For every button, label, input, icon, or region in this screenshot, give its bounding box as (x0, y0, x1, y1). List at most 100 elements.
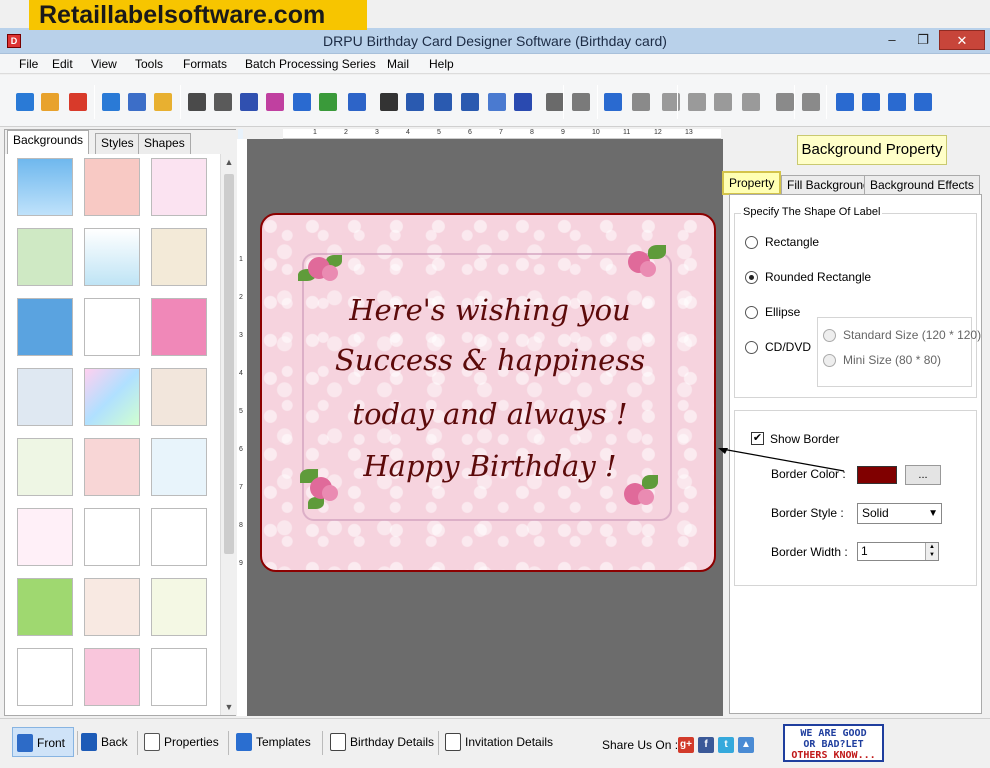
border-color-more-button[interactable]: ... (905, 465, 941, 485)
background-thumbnail[interactable] (151, 578, 207, 636)
stepper-arrows-icon[interactable]: ▲ ▼ (925, 543, 938, 560)
tab-shapes[interactable]: Shapes (138, 133, 191, 154)
background-thumbnail[interactable] (17, 508, 73, 566)
wordart-icon[interactable] (432, 91, 454, 113)
tab-property[interactable]: Property (722, 171, 782, 195)
paste-icon[interactable] (712, 91, 734, 113)
background-thumbnail[interactable] (151, 228, 207, 286)
properties-button[interactable]: Properties (140, 727, 226, 757)
copy-design-icon[interactable] (264, 91, 286, 113)
card-text-line-4[interactable]: Happy Birthday ! (262, 449, 714, 483)
menu-view[interactable]: View (91, 57, 117, 71)
menu-mail[interactable]: Mail (387, 57, 409, 71)
scroll-up-icon[interactable]: ▲ (221, 154, 237, 170)
cut-icon[interactable] (660, 91, 682, 113)
invitation-details-button[interactable]: Invitation Details (441, 727, 561, 757)
menu-formats[interactable]: Formats (183, 57, 227, 71)
background-thumbnail[interactable] (17, 228, 73, 286)
export-icon[interactable] (152, 91, 174, 113)
background-thumbnail[interactable] (151, 158, 207, 216)
menu-help[interactable]: Help (429, 57, 454, 71)
print-icon[interactable] (212, 91, 234, 113)
gallery-scrollbar[interactable]: ▲ ▼ (220, 154, 236, 715)
email-icon[interactable] (486, 91, 508, 113)
fit-icon[interactable] (886, 91, 908, 113)
background-thumbnail[interactable] (17, 578, 73, 636)
zoom-icon[interactable] (912, 91, 934, 113)
open-icon[interactable] (39, 91, 61, 113)
show-border-checkbox[interactable]: ✔ (751, 432, 764, 445)
save-as-icon[interactable] (126, 91, 148, 113)
close-doc-icon[interactable] (67, 91, 89, 113)
undo-icon[interactable] (602, 91, 624, 113)
database2-icon[interactable] (570, 91, 592, 113)
birthday-details-button[interactable]: Birthday Details (326, 727, 438, 757)
background-thumbnail[interactable] (84, 298, 140, 356)
actual-size-icon[interactable] (860, 91, 882, 113)
border-width-stepper[interactable]: 1 ▲ ▼ (857, 542, 939, 561)
pencil-icon[interactable] (291, 91, 313, 113)
background-thumbnail[interactable] (151, 648, 207, 706)
background-thumbnail[interactable] (84, 438, 140, 496)
facebook-icon[interactable]: f (698, 737, 714, 753)
background-thumbnail[interactable] (151, 368, 207, 426)
background-thumbnail[interactable] (84, 158, 140, 216)
background-thumbnail[interactable] (151, 438, 207, 496)
border-color-swatch[interactable] (857, 466, 897, 484)
twitter-icon[interactable]: t (718, 737, 734, 753)
delete-icon[interactable] (740, 91, 762, 113)
birthday-card[interactable]: Here's wishing you Success & happiness t… (260, 213, 716, 572)
menu-tools[interactable]: Tools (135, 57, 163, 71)
barcode2-icon[interactable] (378, 91, 400, 113)
background-thumbnail[interactable] (17, 158, 73, 216)
background-thumbnail[interactable] (17, 368, 73, 426)
maximize-button[interactable]: ❐ (908, 30, 938, 50)
menu-batch-processing[interactable]: Batch Processing Series (245, 57, 376, 71)
menu-edit[interactable]: Edit (52, 57, 73, 71)
background-thumbnail[interactable] (84, 508, 140, 566)
thumbs-up-icon[interactable]: ▲ (738, 737, 754, 753)
redo-icon[interactable] (630, 91, 652, 113)
properties-icon[interactable] (186, 91, 208, 113)
grid-icon[interactable] (834, 91, 856, 113)
save-icon[interactable] (100, 91, 122, 113)
design-canvas[interactable]: Here's wishing you Success & happiness t… (247, 139, 723, 716)
front-button[interactable]: Front (12, 727, 74, 757)
background-thumbnail[interactable] (151, 298, 207, 356)
card-text-line-2[interactable]: Success & happiness (262, 343, 714, 377)
tab-fill-background[interactable]: Fill Background (781, 175, 876, 195)
menu-file[interactable]: File (19, 57, 38, 71)
background-thumbnail[interactable] (17, 298, 73, 356)
send-back-icon[interactable] (800, 91, 822, 113)
card-text-line-3[interactable]: today and always ! (262, 397, 714, 431)
background-thumbnail[interactable] (84, 368, 140, 426)
new-icon[interactable] (14, 91, 36, 113)
background-thumbnail[interactable] (17, 648, 73, 706)
templates-button[interactable]: Templates (232, 727, 318, 757)
text-icon[interactable] (404, 91, 426, 113)
border-style-select[interactable]: Solid ▼ (857, 503, 942, 524)
minimize-button[interactable]: – (877, 30, 907, 50)
tab-background-effects[interactable]: Background Effects (864, 175, 980, 195)
copy-icon[interactable] (686, 91, 708, 113)
feedback-badge[interactable]: WE ARE GOOD OR BAD?LET OTHERS KNOW... (783, 724, 884, 762)
background-thumbnail[interactable] (84, 648, 140, 706)
bring-front-icon[interactable] (774, 91, 796, 113)
image-icon[interactable] (317, 91, 339, 113)
scroll-down-icon[interactable]: ▼ (221, 699, 237, 715)
background-thumbnail[interactable] (17, 438, 73, 496)
back-button[interactable]: Back (77, 727, 135, 757)
close-button[interactable]: ✕ (939, 30, 985, 50)
tab-backgrounds[interactable]: Backgrounds (7, 130, 90, 154)
signature-icon[interactable] (459, 91, 481, 113)
background-thumbnail[interactable] (84, 578, 140, 636)
google-plus-icon[interactable]: g+ (678, 737, 694, 753)
barcode-icon[interactable] (346, 91, 368, 113)
tab-styles[interactable]: Styles (95, 133, 140, 154)
background-thumbnail[interactable] (84, 228, 140, 286)
card-text-line-1[interactable]: Here's wishing you (262, 293, 714, 327)
line-icon[interactable] (512, 91, 534, 113)
print-preview-icon[interactable] (238, 91, 260, 113)
scroll-thumb[interactable] (224, 174, 234, 554)
background-thumbnail[interactable] (151, 508, 207, 566)
